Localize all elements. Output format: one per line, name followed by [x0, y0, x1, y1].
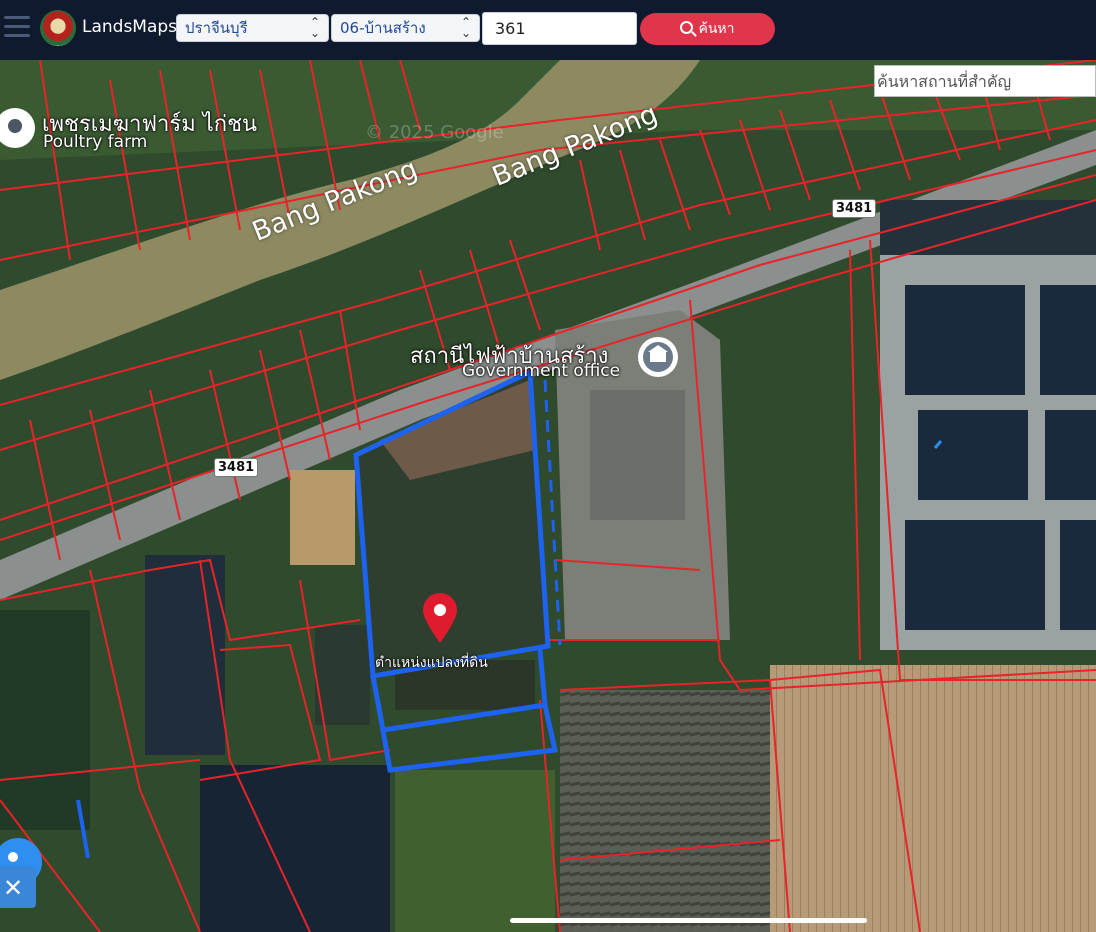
- dol-logo: [40, 10, 76, 46]
- place-search-input[interactable]: [874, 65, 1096, 97]
- pond: [145, 555, 225, 755]
- province-select[interactable]: ปราจีนบุรี ⌃ ⌄: [176, 14, 329, 42]
- map-watermark: © 2025 Google: [365, 122, 504, 143]
- menu-icon[interactable]: [4, 16, 30, 40]
- pond: [200, 765, 390, 932]
- pond: [905, 285, 1025, 395]
- map-canvas[interactable]: [0, 60, 1096, 932]
- top-bar: LandsMaps ปราจีนบุรี ⌃ ⌄ 06-บ้านสร้าง ⌃ ⌄ …: [0, 0, 1096, 60]
- pond: [880, 200, 1096, 255]
- select-arrows-icon: ⌃ ⌄: [460, 15, 471, 40]
- poi-poultry-subtitle: Poultry farm: [43, 132, 148, 152]
- crop-field: [560, 690, 770, 932]
- search-button-label: ค้นหา: [698, 21, 735, 37]
- road-shield: 3481: [832, 199, 877, 218]
- government-office-pin-icon[interactable]: [638, 337, 678, 377]
- crop-field: [770, 665, 1096, 932]
- search-icon: [680, 21, 694, 34]
- home-indicator: [510, 918, 867, 923]
- bare-soil: [290, 470, 355, 565]
- pond: [905, 520, 1045, 630]
- road-shield: 3481: [214, 458, 259, 477]
- field: [395, 770, 555, 932]
- satellite-map[interactable]: Bang Pakong Bang Pakong เพชรเมฆาฟาร์ม ไก…: [0, 60, 1096, 932]
- parcel-marker-label: ตำแหน่งแปลงที่ดิน: [375, 655, 488, 671]
- pond: [315, 625, 370, 725]
- field: [0, 610, 90, 830]
- parcel-number-input[interactable]: [482, 12, 637, 45]
- poi-government-subtitle: Government office: [462, 361, 621, 381]
- search-button[interactable]: ค้นหา: [640, 13, 775, 45]
- district-select-value: 06-บ้านสร้าง: [340, 19, 426, 37]
- substation-yard: [590, 390, 685, 520]
- pond: [1060, 520, 1096, 630]
- app-title: LandsMaps: [82, 17, 178, 37]
- tools-button[interactable]: ✕: [0, 866, 36, 908]
- pond: [1040, 285, 1096, 395]
- province-select-value: ปราจีนบุรี: [185, 19, 248, 37]
- pond: [918, 410, 1028, 500]
- select-arrows-icon: ⌃ ⌄: [309, 15, 320, 40]
- tools-icon: ✕: [3, 874, 24, 902]
- pond: [1045, 410, 1096, 500]
- district-select[interactable]: 06-บ้านสร้าง ⌃ ⌄: [331, 14, 480, 42]
